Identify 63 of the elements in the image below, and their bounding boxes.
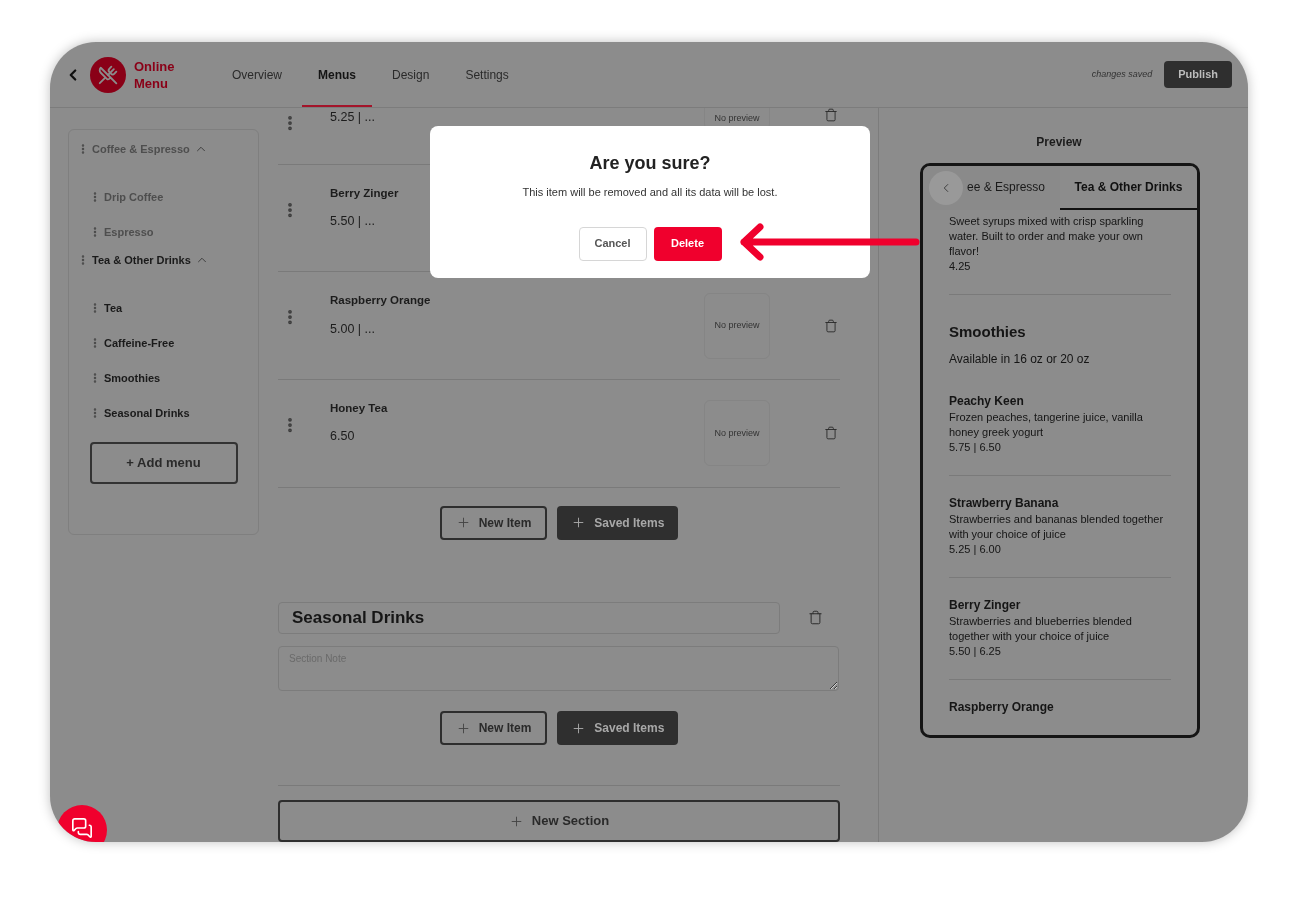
delete-button[interactable]: Delete [653,226,722,261]
saved-items-button[interactable]: Saved Items [557,505,679,540]
plus-icon [571,720,587,736]
plus-icon [455,515,471,531]
delete-icon[interactable] [824,108,838,122]
nav-tab[interactable]: Overview [216,42,298,107]
plus-icon [571,515,587,531]
delete-icon[interactable] [824,426,838,441]
chat-icon [71,817,93,839]
item-name: Berry Zinger [330,185,399,201]
image-preview[interactable]: No preview [704,292,770,359]
new-item-button[interactable]: New Item [439,505,548,540]
dialog-title: Are you sure? [589,152,711,175]
preview-tab[interactable]: Tea & Other Drinks [1060,166,1197,210]
nav-tab[interactable]: Settings [449,42,525,107]
preview-item-name: Strawberry Banana [949,494,1060,512]
preview-item-name: Peachy Keen [949,392,1025,410]
new-item-button[interactable]: New Item [439,711,548,746]
section-heading: Smoothies [949,322,1027,342]
menu-item[interactable]: Coffee & Espresso [92,140,190,158]
preview-item-name: Berry Zinger [949,596,1022,614]
brand-name: Online Menu [134,57,176,92]
image-preview[interactable]: No preview [704,400,770,467]
nav-tab[interactable]: Menus [302,42,373,107]
preview-title: Preview [1035,134,1083,151]
submenu-item[interactable]: Drip Coffee [104,188,164,206]
chat-button[interactable] [57,805,107,842]
submenu-item[interactable]: Smoothies [104,369,161,387]
section-title-field[interactable]: Seasonal Drinks [278,601,780,634]
save-status: changes saved [1091,67,1153,81]
preview-item-price: 5.25 | 6.00 [949,541,1002,557]
preview-item-description: Frozen peaches, tangerine juice, vanilla honey greek yogurt [949,409,1144,440]
preview-item-description: Strawberries and blueberries blended together with your choice of juice [949,613,1133,644]
item-name: Raspberry Orange [330,293,431,309]
cancel-button[interactable]: Cancel [578,226,647,261]
preview-item-name: Raspberry Orange [949,698,1055,716]
item-price: 6.50 [330,428,355,446]
item-price: 5.00 | ... [330,320,375,338]
item-price: 5.50 | ... [330,213,375,231]
submenu-item[interactable]: Caffeine-Free [104,334,175,352]
nav-tab[interactable]: Design [376,42,446,107]
new-section-button[interactable]: New Section [278,800,840,842]
saved-items-button[interactable]: Saved Items [557,711,679,746]
plus-icon [508,813,524,829]
preview-item-price: 5.50 | 6.25 [949,643,1002,659]
delete-icon[interactable] [808,610,823,626]
preview-item-description: Strawberries and bananas blended together with your choice of juice [949,511,1165,542]
plus-icon [455,720,471,736]
submenu-item[interactable]: Seasonal Drinks [104,404,190,422]
add-menu-button[interactable]: + Add menu [89,442,238,484]
preview-item-price: 4.25 [949,259,972,274]
menu-item[interactable]: Tea & Other Drinks [92,251,191,269]
submenu-item[interactable]: Espresso [104,223,154,241]
preview-item-price: 5.75 | 6.50 [949,439,1002,455]
submenu-item[interactable]: Tea [104,299,123,317]
preview-item-description: Sweet syrups mixed with crisp sparkling water. Built to order and make your own flavor! [949,214,1145,259]
section-note: Available in 16 oz or 20 oz [949,350,1091,368]
item-price: 5.25 | ... [330,109,375,126]
delete-icon[interactable] [824,318,838,333]
publish-button[interactable]: Publish [1164,61,1232,88]
dialog-message: This item will be removed and all its data will be lost. [522,185,778,200]
logo-icon [90,56,126,93]
item-name: Honey Tea [330,401,388,417]
